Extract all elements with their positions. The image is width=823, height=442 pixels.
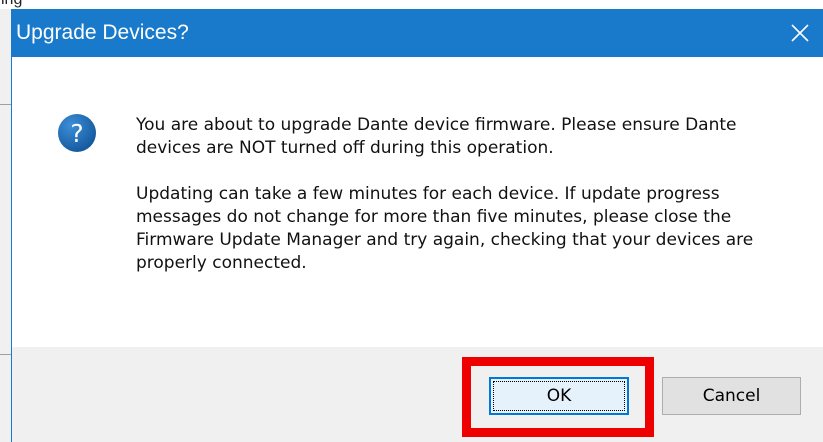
- message-paragraph-2: Updating can take a few minutes for each…: [136, 184, 754, 273]
- message-paragraph-1: You are about to upgrade Dante device fi…: [136, 115, 737, 158]
- background-window-edge: [0, 9, 11, 442]
- cancel-button[interactable]: Cancel: [662, 377, 801, 415]
- dialog-title: Upgrade Devices?: [16, 21, 189, 44]
- close-icon: [791, 24, 809, 42]
- screenshot: ing Upgrade Devices?: [0, 0, 823, 442]
- background-window-strip: ing: [0, 0, 823, 9]
- dialog-footer: OK Cancel: [12, 347, 823, 442]
- question-icon: ?: [58, 114, 96, 152]
- cancel-button-label: Cancel: [702, 386, 761, 406]
- divider: [0, 104, 11, 105]
- close-button[interactable]: [777, 9, 823, 57]
- upgrade-devices-dialog: Upgrade Devices? ? You are about to upgr…: [11, 9, 823, 442]
- divider: [0, 354, 11, 355]
- question-glyph: ?: [70, 119, 83, 148]
- focus-rectangle: [493, 381, 625, 411]
- dialog-message: You are about to upgrade Dante device fi…: [136, 114, 776, 298]
- background-window-text: ing: [1, 0, 22, 9]
- ok-button[interactable]: OK: [489, 377, 629, 415]
- dialog-titlebar[interactable]: Upgrade Devices?: [12, 9, 823, 57]
- dialog-content: ? You are about to upgrade Dante device …: [12, 57, 823, 347]
